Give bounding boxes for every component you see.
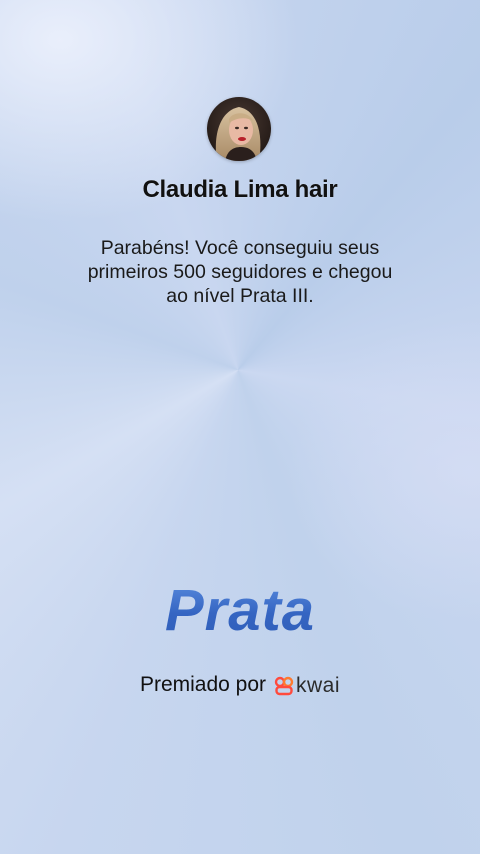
profile-name: Claudia Lima hair [142, 176, 338, 203]
kwai-logo: kwai [274, 674, 340, 698]
avatar-image [207, 97, 271, 161]
message-line-2: primeiros 500 seguidores e chegou [87, 261, 393, 283]
avatar[interactable] [207, 97, 271, 161]
awarded-by-row: Premiado por kwai [0, 672, 480, 698]
kwai-logo-icon [274, 676, 294, 696]
achievement-message: Parabéns! Você conseguiu seus primeiros … [40, 236, 440, 308]
kwai-wordmark: kwai [296, 674, 341, 697]
message-line-1: Parabéns! Você conseguiu seus [100, 237, 380, 259]
awarded-by-label: Premiado por [139, 673, 267, 696]
achievement-screen: Claudia Lima hair Parabéns! Você consegu… [0, 0, 480, 854]
message-line-3: ao nível Prata III. [166, 285, 314, 307]
level-title: Prata [0, 577, 480, 644]
